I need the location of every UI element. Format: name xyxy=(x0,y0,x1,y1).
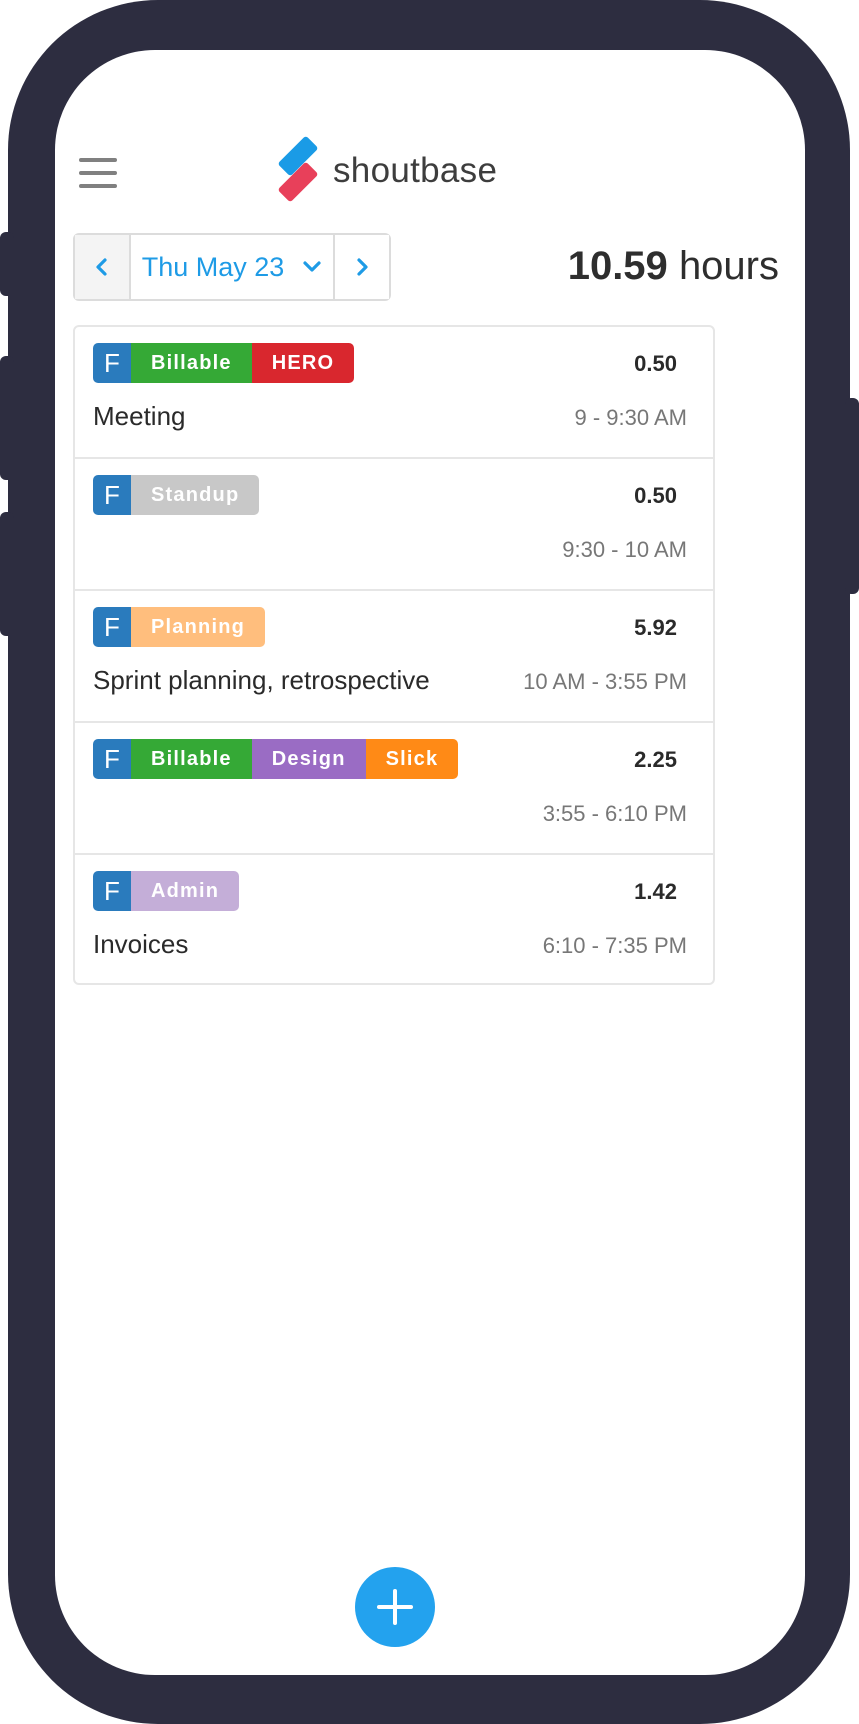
entry-hours: 0.50 xyxy=(634,351,677,376)
total-hours-unit: hours xyxy=(678,244,779,288)
side-button xyxy=(0,232,14,296)
folder-badge: F xyxy=(93,343,131,383)
shoutbase-logo-icon xyxy=(275,135,319,204)
tag-label: HERO xyxy=(251,343,355,383)
time-entry[interactable]: F Planning 5.92 Sprint planning, retrospect… xyxy=(75,591,713,723)
tag-label: Billable xyxy=(131,739,252,779)
chevron-right-icon xyxy=(357,258,368,276)
entry-hours: 5.92 xyxy=(634,615,677,640)
total-hours: 10.59 hours xyxy=(568,244,779,289)
time-entry[interactable]: F Standup 0.50 9:30 - 10 AM xyxy=(75,459,713,591)
tag-label: Billable xyxy=(131,343,252,383)
tag-label: Standup xyxy=(131,475,260,515)
tag-group: F Admin xyxy=(93,871,240,911)
entry-time-range: 9 - 9:30 AM xyxy=(574,405,687,430)
time-entry[interactable]: F Billable HERO 0.50 Meeting 9 - 9:30 AM xyxy=(75,327,713,459)
tag-label: Planning xyxy=(131,607,266,647)
tag-label: Slick xyxy=(365,739,459,779)
entry-description: Meeting xyxy=(93,401,186,431)
entry-time-range: 10 AM - 3:55 PM xyxy=(523,669,687,694)
folder-badge: F xyxy=(93,475,131,515)
entry-time-range: 6:10 - 7:35 PM xyxy=(542,933,687,958)
folder-badge: F xyxy=(93,739,131,779)
date-picker-dropdown[interactable]: Thu May 23 xyxy=(129,235,335,299)
plus-icon xyxy=(377,1589,413,1625)
side-button xyxy=(0,512,14,636)
date-navigator: Thu May 23 xyxy=(73,233,391,301)
tag-group: F Planning xyxy=(93,607,266,647)
entry-time-range: 3:55 - 6:10 PM xyxy=(542,801,687,826)
current-date: Thu May 23 xyxy=(141,251,285,282)
time-entry[interactable]: F Admin 1.42 Invoices 6:10 - 7:35 PM xyxy=(75,855,713,983)
folder-badge: F xyxy=(93,607,131,647)
time-entry-list: F Billable HERO 0.50 Meeting 9 - 9:30 AM F Stan… xyxy=(73,325,715,985)
add-entry-button[interactable] xyxy=(355,1567,435,1647)
hamburger-icon[interactable] xyxy=(79,158,117,188)
total-hours-value: 10.59 xyxy=(567,244,668,288)
phone-screen: shoutbase Thu May 23 10.59 hours F Billab… xyxy=(55,50,805,1675)
next-day-button[interactable] xyxy=(335,235,389,299)
tag-group: F Standup xyxy=(93,475,260,515)
tag-label: Design xyxy=(251,739,366,779)
entry-hours: 2.25 xyxy=(634,747,677,772)
entry-hours: 0.50 xyxy=(634,483,677,508)
side-button xyxy=(845,398,859,594)
chevron-left-icon xyxy=(96,258,107,276)
prev-day-button[interactable] xyxy=(75,235,129,299)
entry-hours: 1.42 xyxy=(634,879,677,904)
entry-description: Invoices xyxy=(93,929,189,959)
entry-description: Sprint planning, retrospective xyxy=(93,665,430,695)
tag-label: Admin xyxy=(131,871,240,911)
app-logo: shoutbase xyxy=(275,135,498,204)
tag-group: F Billable Design Slick xyxy=(93,739,459,779)
time-entry[interactable]: F Billable Design Slick 2.25 3:55 - 6:10 PM xyxy=(75,723,713,855)
chevron-down-icon xyxy=(303,261,321,272)
folder-badge: F xyxy=(93,871,131,911)
app-name: shoutbase xyxy=(333,151,498,190)
entry-time-range: 9:30 - 10 AM xyxy=(562,537,687,562)
tag-group: F Billable HERO xyxy=(93,343,355,383)
side-button xyxy=(0,356,14,480)
